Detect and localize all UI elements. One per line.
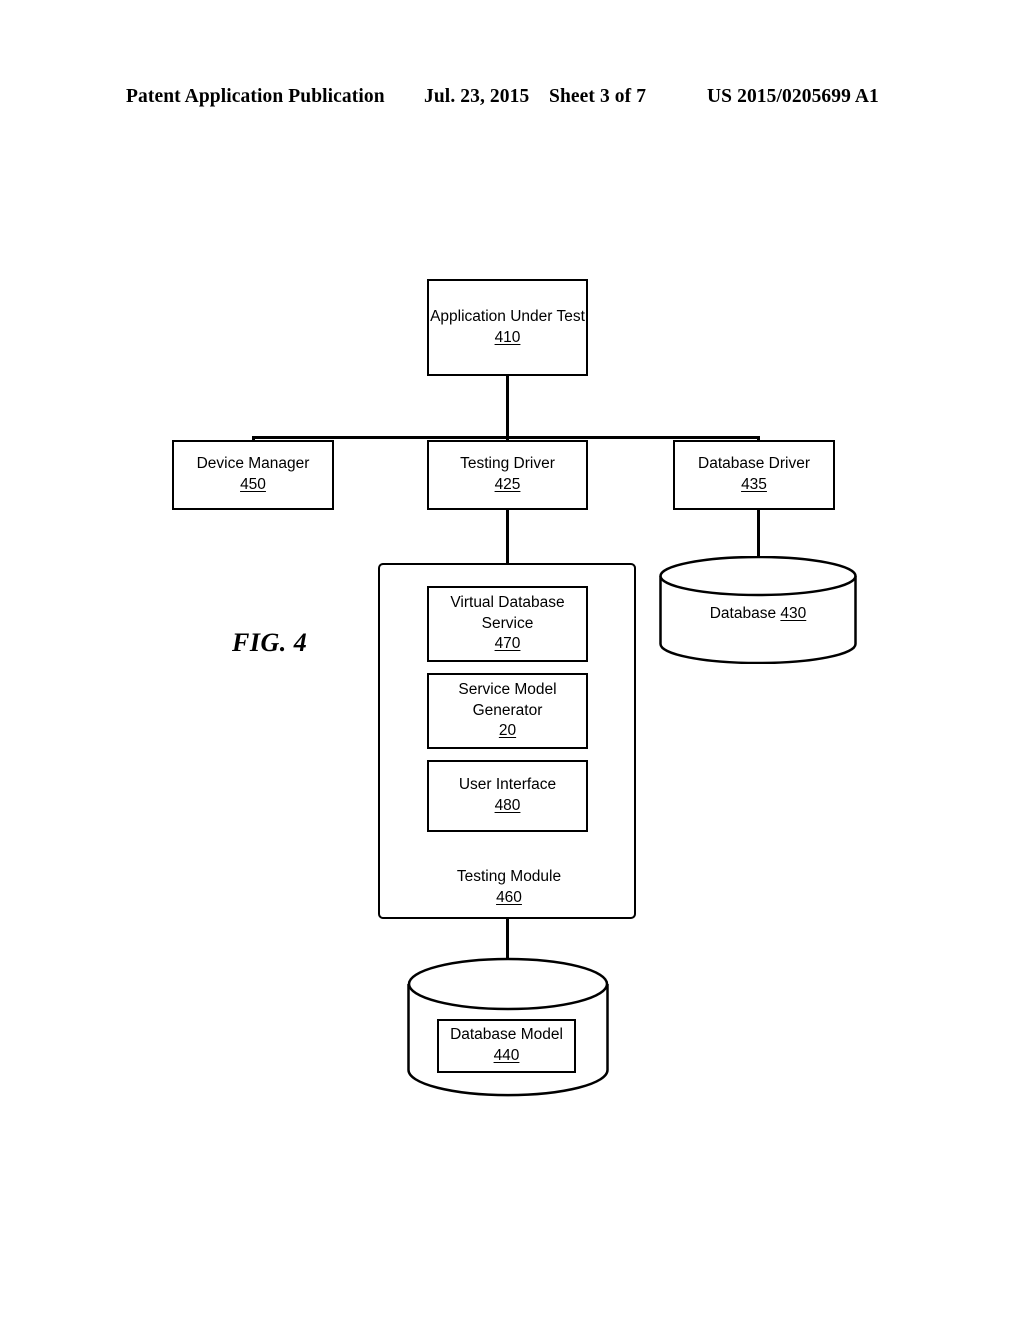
node-device-manager-ref: 450 <box>240 476 266 493</box>
node-application-under-test-ref: 410 <box>494 328 521 346</box>
node-testing-module-caption: Testing Module 460 <box>380 867 638 909</box>
node-user-interface-title: User Interface <box>458 776 557 794</box>
node-database-title: Database <box>709 605 777 622</box>
node-virtual-database-service-line1: Virtual Database <box>450 593 565 611</box>
node-service-model-generator-line1: Service Model <box>458 680 557 698</box>
node-database-model: Database Model 440 <box>437 1019 576 1073</box>
node-virtual-database-service: Virtual Database Service 470 <box>427 586 588 662</box>
node-testing-module-ref: 460 <box>496 888 522 906</box>
node-database-driver-title: Database Driver <box>698 455 810 473</box>
node-database-label: Database 430 <box>658 604 858 625</box>
connector-testing-driver-to-module <box>506 508 509 566</box>
node-database-driver-ref: 435 <box>741 476 767 493</box>
header-publication-title: Patent Application Publication <box>126 86 385 107</box>
node-testing-driver-ref: 425 <box>494 476 521 493</box>
node-service-model-generator-ref: 20 <box>498 722 517 740</box>
node-database-cylinder: Database 430 <box>658 556 858 664</box>
node-application-under-test: Application Under Test 410 <box>427 279 588 376</box>
figure-label: FIG. 4 <box>232 628 308 657</box>
node-virtual-database-service-ref: 470 <box>494 635 521 653</box>
node-device-manager-title: Device Manager <box>196 455 310 473</box>
node-database-ref: 430 <box>780 605 807 622</box>
node-virtual-database-service-line2: Service <box>481 614 534 632</box>
node-service-model-generator-line2: Generator <box>472 701 543 719</box>
node-testing-module-title: Testing Module <box>456 868 562 885</box>
connector-application-to-bus <box>506 376 509 438</box>
node-device-manager: Device Manager 450 <box>172 440 334 510</box>
node-user-interface-ref: 480 <box>494 797 521 814</box>
header-sheet-number: Sheet 3 of 7 <box>549 86 647 107</box>
header-patent-number: US 2015/0205699 A1 <box>707 86 879 107</box>
node-application-under-test-title: Application Under Test <box>430 307 585 325</box>
node-database-model-ref: 440 <box>493 1047 520 1064</box>
header-publication-date: Jul. 23, 2015 <box>424 86 530 107</box>
node-user-interface: User Interface 480 <box>427 760 588 832</box>
node-testing-driver-title: Testing Driver <box>460 455 555 473</box>
node-database-driver: Database Driver 435 <box>673 440 835 510</box>
patent-header: Patent Application Publication Jul. 23, … <box>0 86 1024 116</box>
node-database-model-title: Database Model <box>450 1026 563 1044</box>
node-testing-driver: Testing Driver 425 <box>427 440 588 510</box>
node-service-model-generator: Service Model Generator 20 <box>427 673 588 749</box>
